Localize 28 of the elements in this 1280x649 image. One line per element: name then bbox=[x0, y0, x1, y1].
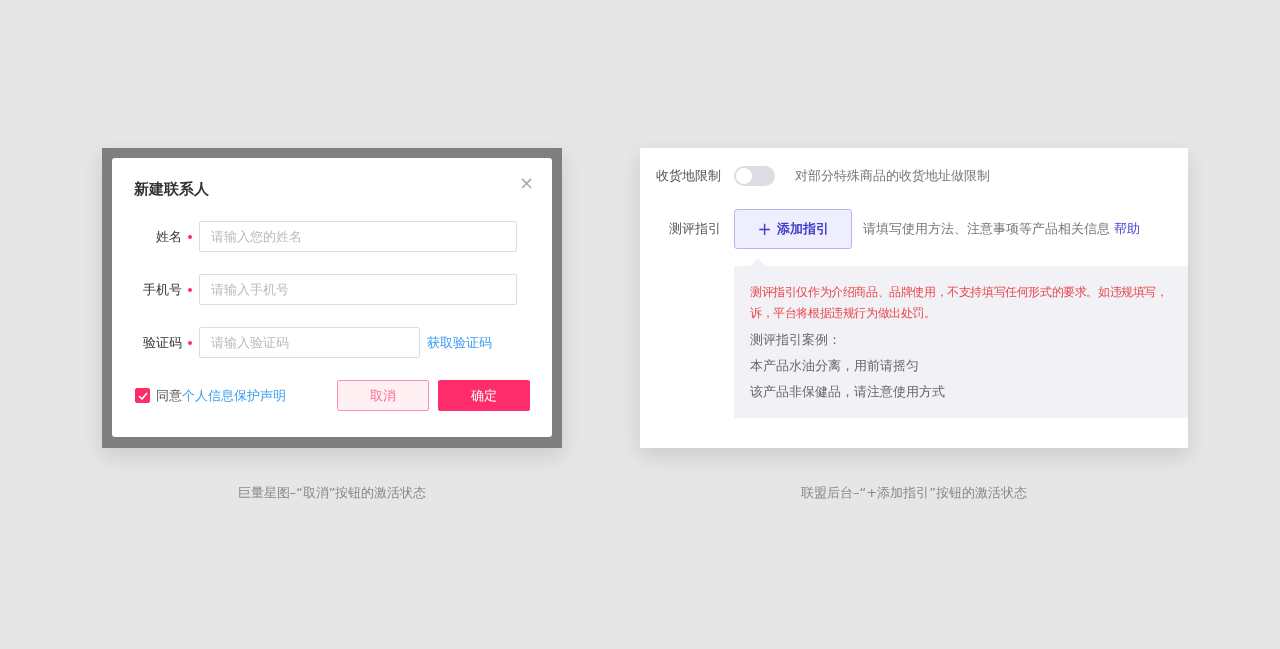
add-guide-button[interactable]: + 添加指引 bbox=[734, 209, 852, 249]
cancel-button[interactable]: 取消 bbox=[337, 380, 429, 411]
warning-text: 测评指引仅作为介绍商品、品牌使用，不支持填写任何形式的要求。如违规填写， bbox=[750, 284, 1169, 301]
agree-checkbox[interactable] bbox=[135, 388, 150, 403]
example-text: 该产品非保健品，请注意使用方式 bbox=[750, 383, 946, 401]
field-label: 收货地限制 bbox=[655, 167, 721, 185]
field-label: 测评指引 bbox=[668, 220, 721, 238]
privacy-link[interactable]: 个人信息保护声明 bbox=[182, 387, 286, 403]
close-icon[interactable]: × bbox=[518, 174, 534, 192]
example-text: 本产品水油分离，用前请摇匀 bbox=[750, 357, 920, 375]
field-label: 姓名 bbox=[155, 227, 182, 246]
input-field[interactable]: 请输入验证码 bbox=[199, 327, 420, 358]
input-field[interactable]: 请输入您的姓名 bbox=[199, 221, 517, 252]
help-link[interactable]: 帮助 bbox=[1114, 220, 1140, 238]
agree-text: 同意个人信息保护声明 bbox=[156, 386, 286, 405]
caption: 联盟后台–“+添加指引”按钮的激活状态 bbox=[801, 484, 1027, 502]
guide-description: 请填写使用方法、注意事项等产品相关信息 bbox=[863, 220, 1110, 238]
caption: 巨量星图–“取消”按钮的激活状态 bbox=[237, 484, 427, 502]
toggle-description: 对部分特殊商品的收货地址做限制 bbox=[795, 167, 990, 185]
toggle-switch[interactable] bbox=[734, 166, 775, 186]
confirm-button[interactable]: 确定 bbox=[438, 380, 530, 411]
dialog-title: 新建联系人 bbox=[134, 180, 209, 199]
input-field[interactable]: 请输入手机号 bbox=[199, 274, 517, 305]
examples-title: 测评指引案例： bbox=[750, 331, 842, 349]
warning-text: 诉，平台将根据违规行为做出处罚。 bbox=[750, 305, 937, 322]
field-label: 验证码 bbox=[142, 333, 182, 352]
get-code-link[interactable]: 获取验证码 bbox=[427, 333, 492, 352]
field-label: 手机号 bbox=[142, 280, 182, 299]
